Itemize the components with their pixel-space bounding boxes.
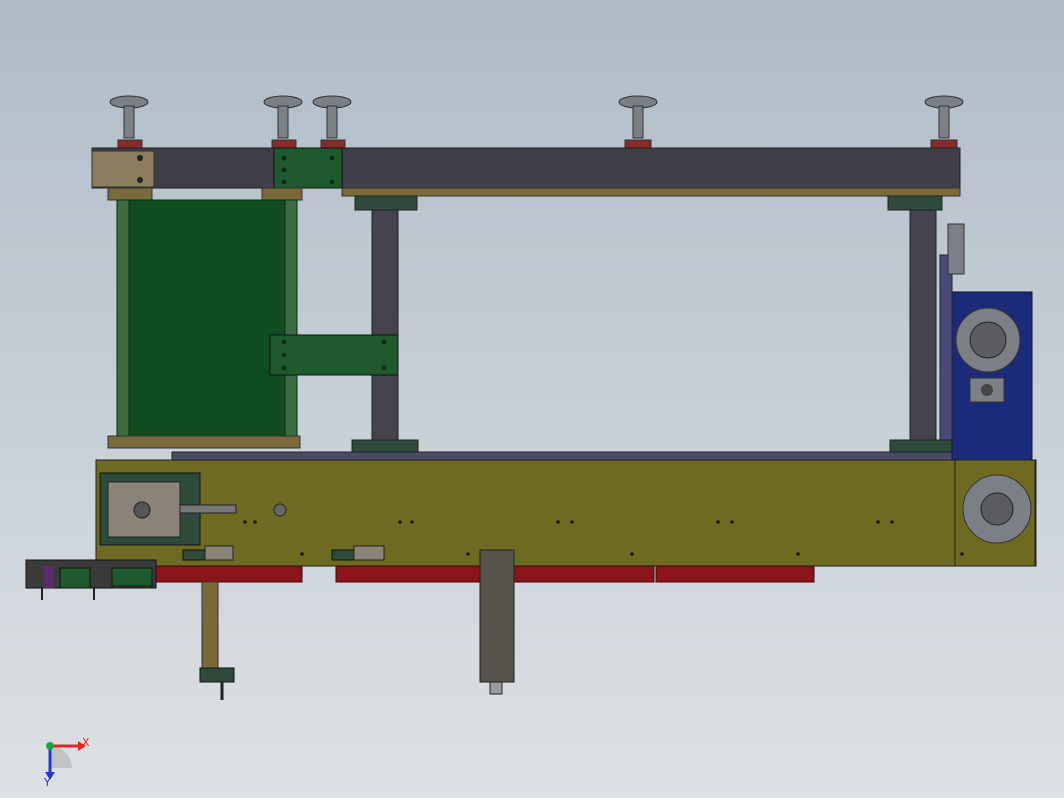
base-frame (95, 459, 1037, 567)
green-cabinet (116, 199, 298, 441)
machine-drawing: X Y (25, 95, 1037, 789)
hanging-cylinder (479, 549, 515, 683)
leveling-foot (263, 95, 303, 149)
leveling-feet (109, 95, 964, 149)
triad-y-label: Y (43, 776, 51, 789)
top-beam (91, 147, 961, 189)
cad-viewport[interactable]: X Y (0, 0, 1064, 798)
leveling-foot (109, 95, 149, 149)
cross-plate (269, 334, 399, 376)
leveling-foot (312, 95, 352, 149)
right-column (909, 209, 937, 443)
left-column (371, 209, 399, 443)
top-beam-end-block (91, 150, 155, 188)
coordinate-triad: X Y (43, 736, 90, 789)
top-beam-strip (341, 187, 961, 197)
triad-x-label: X (82, 736, 90, 749)
leveling-foot (618, 95, 658, 149)
leveling-foot (924, 95, 964, 149)
